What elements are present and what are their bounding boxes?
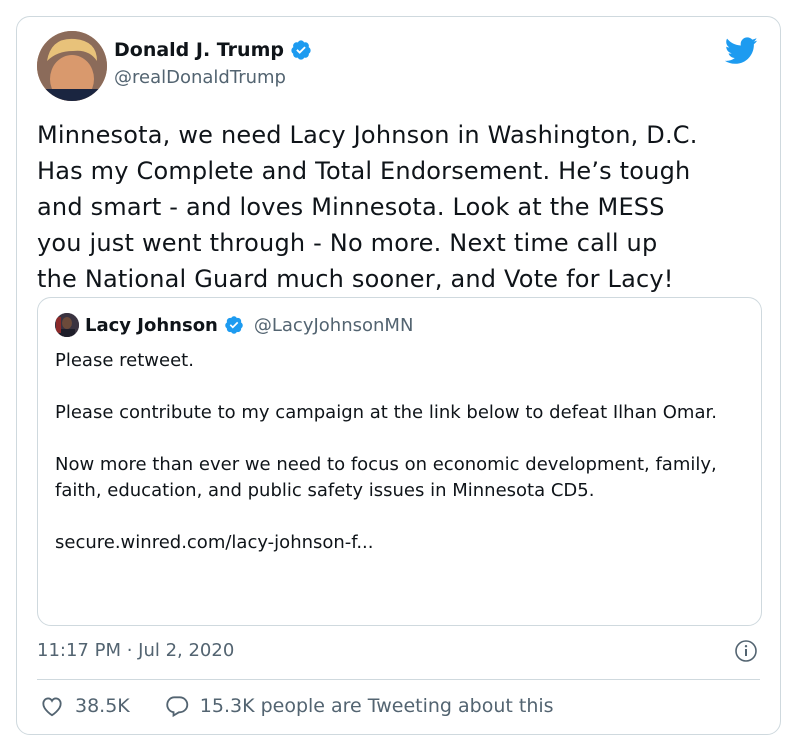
quoted-body: Please retweet. Please contribute to my … — [55, 348, 745, 556]
tweet-text: Minnesota, we need Lacy Johnson in Washi… — [37, 121, 698, 293]
author-handle[interactable]: @realDonaldTrump — [114, 67, 286, 88]
quoted-handle: @LacyJohnsonMN — [253, 314, 414, 336]
quoted-tweet[interactable]: Lacy Johnson @LacyJohnsonMN Please retwe… — [37, 297, 762, 626]
verified-badge-icon — [225, 316, 243, 334]
quoted-avatar — [55, 313, 79, 337]
reply-bubble-icon — [166, 696, 188, 718]
tweet-actions: 38.5K 15.3K people are Tweeting about th… — [39, 693, 554, 719]
conversation-text: 15.3K people are Tweeting about this — [199, 695, 554, 717]
author-name-row: Donald J. Trump — [114, 39, 312, 61]
tweet-timestamp[interactable]: 11:17 PM · Jul 2, 2020 — [37, 640, 234, 661]
author-display-name[interactable]: Donald J. Trump — [114, 39, 284, 61]
quoted-paragraph: Please retweet. — [55, 350, 194, 371]
like-button[interactable]: 38.5K — [39, 693, 130, 719]
twitter-bird-icon[interactable] — [725, 37, 758, 65]
tweet-card: Donald J. Trump @realDonaldTrump Minneso… — [16, 16, 781, 735]
quoted-display-name: Lacy Johnson — [85, 314, 218, 336]
quoted-header: Lacy Johnson @LacyJohnsonMN — [55, 313, 413, 337]
like-count: 38.5K — [75, 695, 130, 717]
avatar[interactable] — [37, 31, 107, 101]
divider — [37, 679, 760, 680]
quoted-paragraph: Please contribute to my campaign at the … — [55, 402, 717, 423]
quoted-paragraph: Now more than ever we need to focus on e… — [55, 454, 717, 501]
quoted-profile-photo-icon — [55, 313, 79, 337]
quoted-link[interactable]: secure.winred.com/lacy-johnson-f... — [55, 530, 745, 556]
heart-icon — [42, 697, 62, 717]
conversation-button[interactable]: 15.3K people are Tweeting about this — [164, 693, 554, 719]
verified-badge-icon — [291, 40, 311, 60]
profile-photo-icon — [37, 31, 107, 101]
info-icon[interactable] — [734, 639, 758, 663]
